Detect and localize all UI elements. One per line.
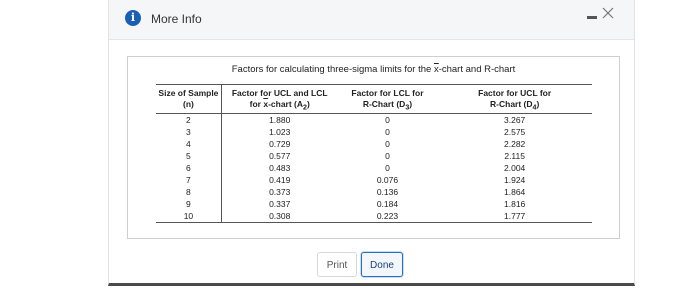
table-header: Size of Sample (n) Factor for UCL and LCL…	[156, 85, 592, 114]
minimize-icon[interactable]	[587, 16, 597, 19]
header-d4: Factor for UCL for R-Chart (D4)	[478, 88, 552, 112]
table-row: 10 0.308 0.223 1.777	[156, 210, 592, 222]
table-row: 4 0.729 0 2.282	[156, 138, 592, 150]
print-button[interactable]: Print	[317, 252, 357, 277]
header-d3: Factor for LCL for R-Chart (D3)	[351, 88, 424, 112]
factors-table: Size of Sample (n) Factor for UCL and LCL…	[156, 84, 592, 223]
dialog-titlebar: i More Info	[109, 0, 634, 40]
close-icon[interactable]	[600, 5, 616, 21]
info-icon: i	[125, 10, 141, 26]
header-a2: Factor for UCL and LCL for x-chart (A2)	[231, 88, 328, 112]
header-sample-size: Size of Sample (n)	[156, 85, 222, 113]
table-row: 9 0.337 0.184 1.816	[156, 198, 592, 210]
table-row: 2 1.880 0 3.267	[156, 114, 592, 126]
table-row: 7 0.419 0.076 1.924	[156, 174, 592, 186]
done-button[interactable]: Done	[361, 252, 403, 277]
table-row: 3 1.023 0 2.575	[156, 126, 592, 138]
table-body: 2 1.880 0 3.267 3 1.023 0 2.575 4 0.729 0 2.282 5…	[156, 114, 592, 223]
dialog-title: More Info	[151, 12, 202, 26]
table-caption: Factors for calculating three-sigma limi…	[231, 64, 516, 75]
table-row: 8 0.373 0.136 1.864	[156, 186, 592, 198]
table-row: 6 0.483 0 2.004	[156, 162, 592, 174]
more-info-dialog: i More Info Factors for calculating thre…	[108, 0, 635, 286]
table-row: 5 0.577 0 2.115	[156, 150, 592, 162]
factors-table-panel: Factors for calculating three-sigma limi…	[127, 56, 620, 239]
